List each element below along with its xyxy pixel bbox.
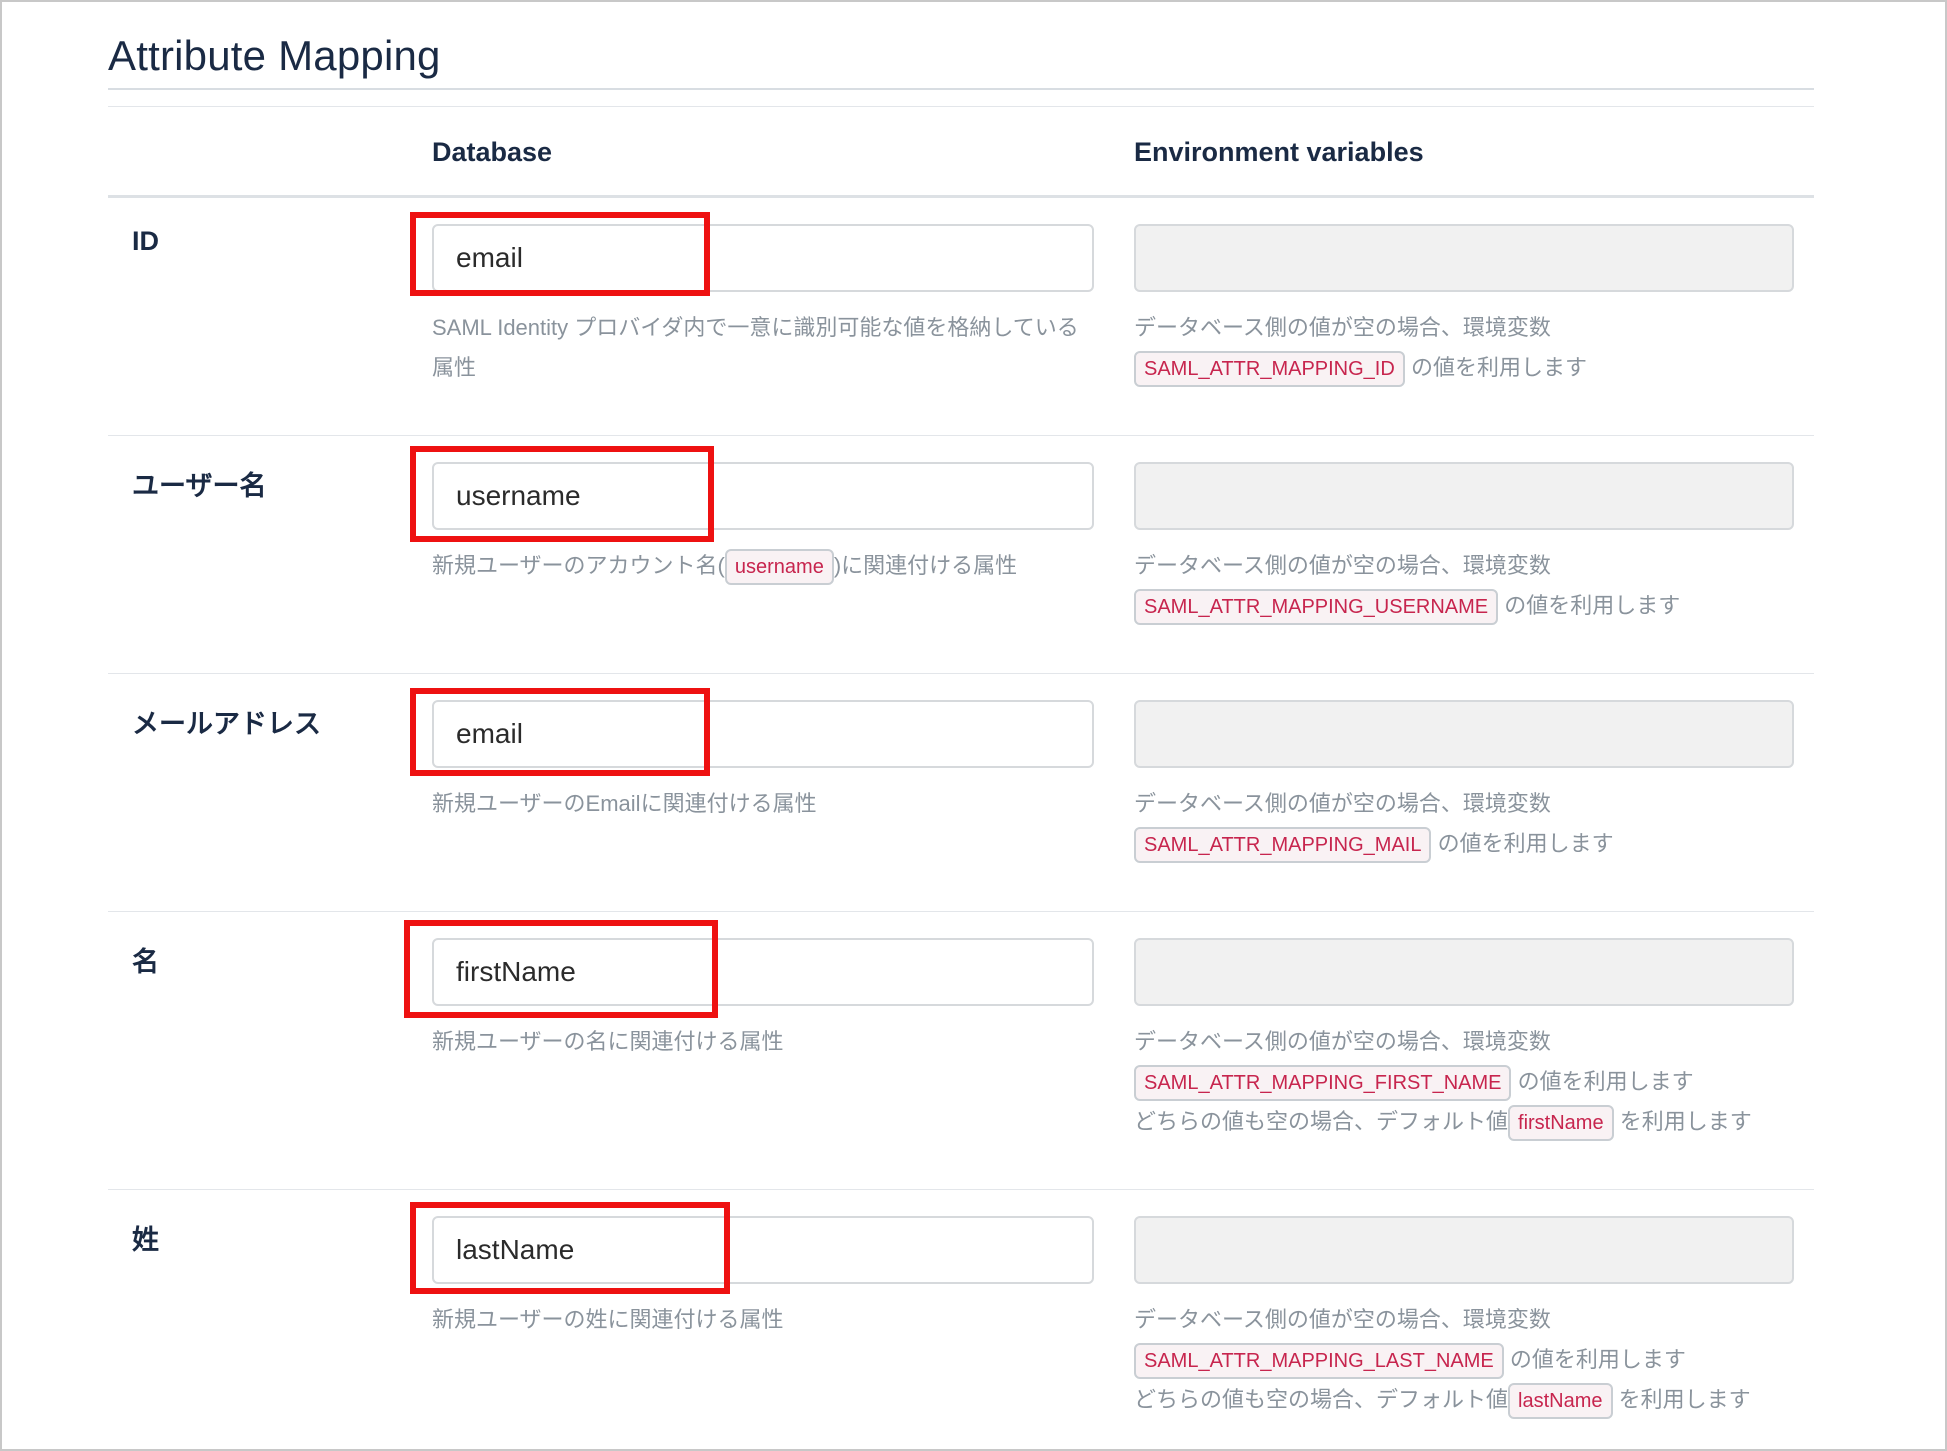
- row-label: 名: [132, 947, 159, 977]
- table-row-email: メールアドレス 新規ユーザーのEmailに関連付ける属性 データベース側の値が空…: [108, 674, 1814, 912]
- section-title: Attribute Mapping: [108, 32, 441, 79]
- env-help-text: データベース側の値が空の場合、環境変数 SAML_ATTR_MAPPING_LA…: [1134, 1300, 1814, 1420]
- table-row-first-name: 名 新規ユーザーの名に関連付ける属性 データベース側の値が空の場合、環境変数 S…: [108, 912, 1814, 1190]
- email-env-input: [1134, 700, 1794, 768]
- env-var-code: SAML_ATTR_MAPPING_MAIL: [1134, 827, 1432, 864]
- last-name-env-input: [1134, 1216, 1794, 1284]
- title-divider: [108, 88, 1814, 90]
- default-value-code: firstName: [1508, 1105, 1614, 1142]
- first-name-env-input: [1134, 938, 1794, 1006]
- env-help-text: データベース側の値が空の場合、環境変数 SAML_ATTR_MAPPING_US…: [1134, 546, 1814, 626]
- mapping-table: Database Environment variables ID SAML I…: [108, 106, 1814, 1440]
- env-var-code: SAML_ATTR_MAPPING_LAST_NAME: [1134, 1343, 1504, 1380]
- env-var-code: SAML_ATTR_MAPPING_ID: [1134, 351, 1405, 388]
- table-row-last-name: 姓 新規ユーザーの姓に関連付ける属性 データベース側の値が空の場合、環境変数 S…: [108, 1190, 1814, 1440]
- username-code: username: [724, 549, 834, 586]
- env-help-text: データベース側の値が空の場合、環境変数 SAML_ATTR_MAPPING_FI…: [1134, 1022, 1814, 1142]
- last-name-db-input[interactable]: [432, 1216, 1094, 1284]
- table-row-id: ID SAML Identity プロバイダ内で一意に識別可能な値を格納している…: [108, 198, 1814, 436]
- username-env-input: [1134, 462, 1794, 530]
- env-var-code: SAML_ATTR_MAPPING_FIRST_NAME: [1134, 1065, 1512, 1102]
- row-label: 姓: [132, 1225, 159, 1255]
- env-help-text: データベース側の値が空の場合、環境変数 SAML_ATTR_MAPPING_MA…: [1134, 784, 1814, 864]
- row-label: ID: [132, 226, 159, 256]
- id-env-input: [1134, 224, 1794, 292]
- first-name-db-input[interactable]: [432, 938, 1094, 1006]
- username-db-input[interactable]: [432, 462, 1094, 530]
- env-var-code: SAML_ATTR_MAPPING_USERNAME: [1134, 589, 1499, 626]
- column-header-env: Environment variables: [1134, 137, 1424, 167]
- default-value-code: lastName: [1508, 1383, 1613, 1420]
- table-header: Database Environment variables: [108, 106, 1814, 198]
- row-label: ユーザー名: [132, 471, 267, 501]
- db-help-text: 新規ユーザーの名に関連付ける属性: [432, 1029, 784, 1054]
- db-help-text: 新規ユーザーのアカウント名(username)に関連付ける属性: [432, 546, 1094, 586]
- row-label: メールアドレス: [132, 709, 321, 739]
- db-help-text: 新規ユーザーのEmailに関連付ける属性: [432, 791, 817, 816]
- column-header-database: Database: [432, 137, 553, 167]
- id-db-input[interactable]: [432, 224, 1094, 292]
- db-help-text: 新規ユーザーの姓に関連付ける属性: [432, 1307, 784, 1332]
- env-help-text: データベース側の値が空の場合、環境変数 SAML_ATTR_MAPPING_ID…: [1134, 308, 1814, 388]
- email-db-input[interactable]: [432, 700, 1094, 768]
- table-row-username: ユーザー名 新規ユーザーのアカウント名(username)に関連付ける属性 デー…: [108, 436, 1814, 674]
- db-help-text: SAML Identity プロバイダ内で一意に識別可能な値を格納している属性: [432, 315, 1079, 380]
